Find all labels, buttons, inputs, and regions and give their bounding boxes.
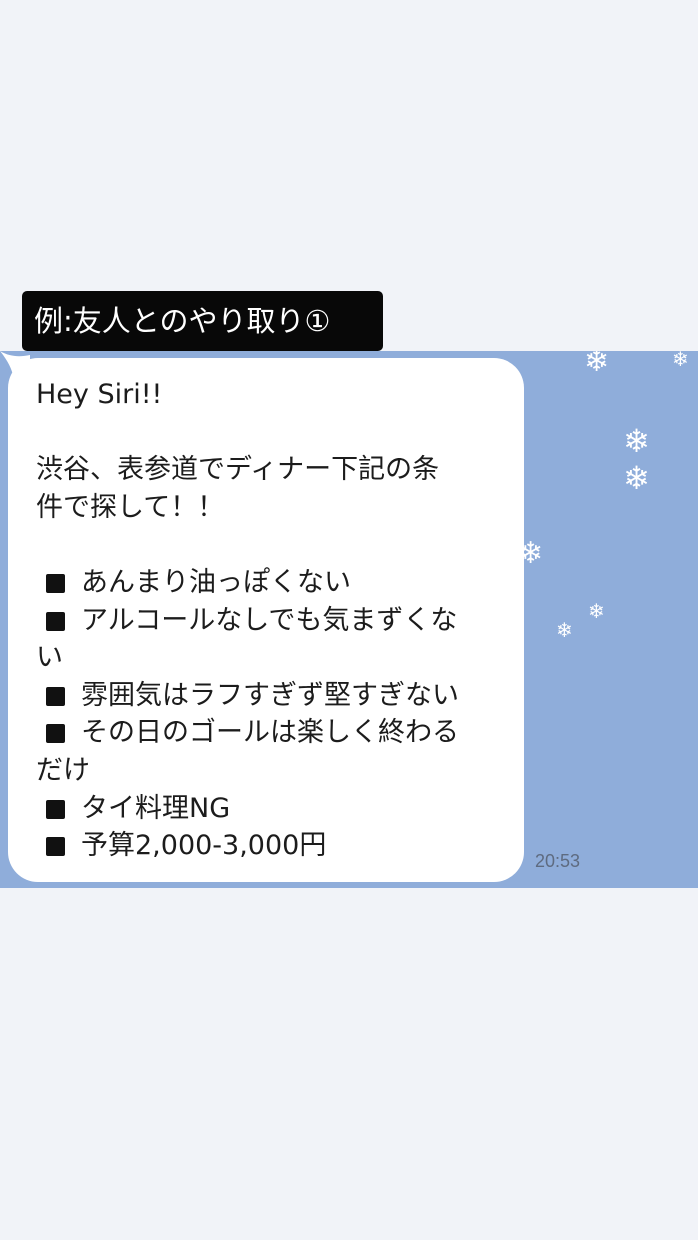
caption-label: 例:友人とのやり取り① <box>22 291 383 351</box>
black-square-bullet-icon <box>46 686 65 706</box>
snowflake-icon: ❄ <box>623 459 650 497</box>
snowflake-icon: ❄ <box>584 351 610 379</box>
bullet-item: その日のゴールは楽しく終わる <box>36 714 506 752</box>
black-square-bullet-icon <box>46 837 65 857</box>
bullet-continuation: だけ <box>36 754 90 786</box>
black-square-bullet-icon <box>46 799 65 819</box>
message-line <box>36 526 506 564</box>
bullet-text: 雰囲気はラフすぎず堅すぎない <box>81 679 459 711</box>
snowflake-icon: ❄ <box>623 422 650 460</box>
bullet-text: その日のゴールは楽しく終わる <box>81 717 459 749</box>
message-timestamp: 20:53 <box>535 851 581 871</box>
message-line: 渋谷、表参道でディナー下記の条 <box>36 454 440 486</box>
bullet-text: タイ料理NG <box>81 792 231 824</box>
black-square-bullet-icon <box>46 611 65 631</box>
snowflake-icon: ❄ <box>556 618 573 642</box>
message-bubble[interactable]: Hey Siri!! 渋谷、表参道でディナー下記の条 件で探して！！ あんまり油… <box>8 358 524 882</box>
bullet-text: アルコールなしでも気まずくな <box>81 604 458 636</box>
black-square-bullet-icon <box>46 724 65 744</box>
snowflake-icon: ❄ <box>588 599 605 623</box>
message-line: 件で探して！！ <box>36 491 225 523</box>
bullet-item: あんまり油っぽくない <box>36 564 506 602</box>
bullet-continuation: い <box>36 642 63 674</box>
snowflake-icon: ❄ <box>672 351 689 371</box>
bullet-item: タイ料理NG <box>36 790 506 828</box>
message-line: Hey Siri!! <box>36 379 163 410</box>
bullet-text: 予算2,000-3,000円 <box>81 830 327 862</box>
chat-area: ❄ ❄ ❄ ❄ ❄ ❄ ❄ Hey Siri!! 渋谷、表参道でディナー下記の条… <box>0 351 698 888</box>
black-square-bullet-icon <box>46 573 65 593</box>
message-line <box>36 414 506 452</box>
bullet-item: アルコールなしでも気まずくな <box>36 602 506 640</box>
bullet-item: 雰囲気はラフすぎず堅すぎない <box>36 677 506 715</box>
bullet-text: あんまり油っぽくない <box>81 566 351 598</box>
bullet-item: 予算2,000-3,000円 <box>36 827 506 865</box>
